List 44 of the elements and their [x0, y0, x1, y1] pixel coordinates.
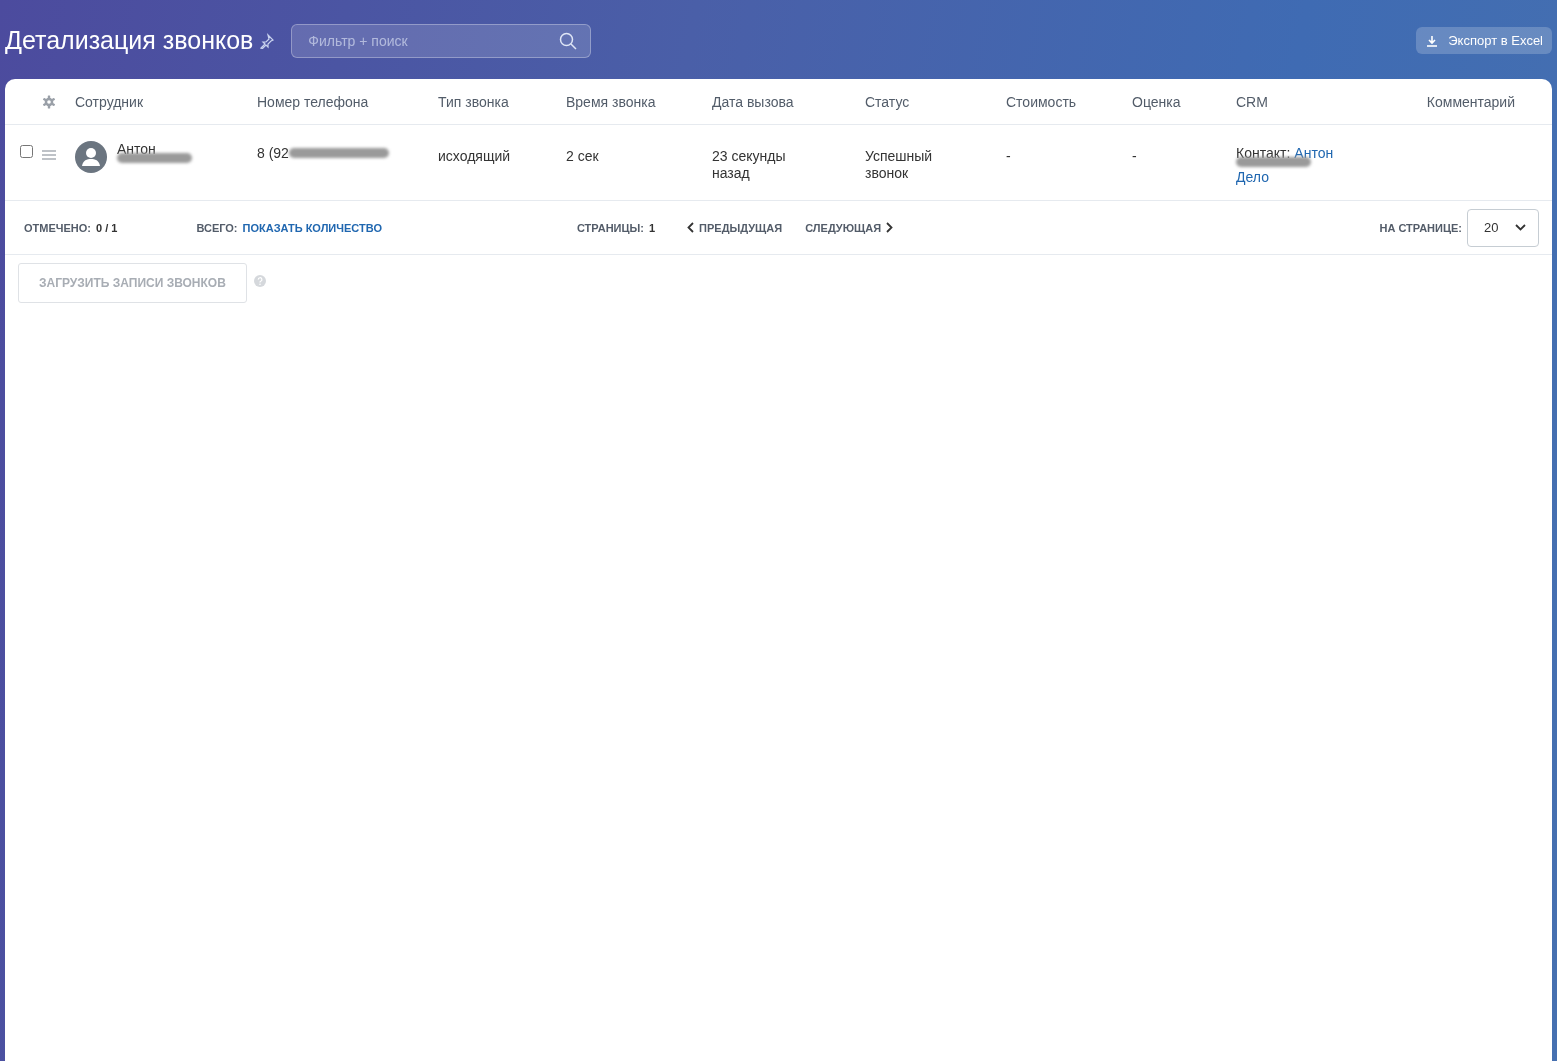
table-cell-text: 23 секунды назад — [712, 148, 787, 182]
pages-label: СТРАНИЦЫ: — [576, 221, 644, 234]
column-header[interactable]: CRM — [1236, 93, 1268, 110]
download-icon — [1426, 34, 1439, 47]
per-page-label: НА СТРАНИЦЕ: — [1379, 221, 1462, 234]
drag-handle-icon — [42, 150, 56, 160]
column-header[interactable]: Статус — [865, 93, 910, 110]
table-cell: 2 сек — [566, 148, 599, 165]
search-icon — [559, 31, 578, 50]
row-checkbox[interactable] — [20, 145, 33, 158]
column-header[interactable]: Дата вызова — [712, 93, 794, 110]
chevron-left-icon — [687, 222, 695, 233]
total-label: ВСЕГО: — [196, 221, 238, 234]
help-icon — [253, 275, 266, 287]
column-header[interactable]: Номер телефона — [257, 93, 369, 110]
selected-count-label: ОТМЕЧЕНО: — [24, 221, 91, 234]
column-header[interactable]: Стоимость — [1006, 93, 1077, 110]
avatar-icon — [75, 141, 107, 173]
table-cell: исходящий — [438, 148, 511, 165]
column-header[interactable]: Оценка — [1132, 93, 1181, 110]
chevron-right-icon — [886, 222, 894, 233]
contact-label: Контакт: — [1236, 145, 1291, 162]
deal-link[interactable]: Дело — [1236, 169, 1334, 186]
settings-icon — [42, 94, 56, 109]
column-header[interactable]: Комментарий — [1426, 93, 1515, 110]
column-header[interactable]: Сотрудник — [75, 93, 143, 110]
pin-icon — [259, 32, 276, 49]
column-header[interactable]: Тип звонка — [438, 93, 509, 110]
employee-name: Антон — [117, 141, 157, 158]
chevron-down-icon — [1515, 224, 1526, 231]
next-page-link[interactable]: СЛЕДУЮЩАЯ — [805, 221, 894, 234]
page-title: Детализация звонков — [5, 26, 254, 55]
table-cell: - — [1132, 148, 1137, 165]
table-cell: - — [1006, 148, 1011, 165]
previous-page-link[interactable]: ПРЕДЫДУЩАЯ — [687, 221, 783, 234]
column-header[interactable]: Время звонка — [566, 93, 656, 110]
show-count-link[interactable]: ПОКАЗАТЬ КОЛИЧЕСТВО — [242, 221, 382, 234]
export-button[interactable]: Экспорт в Excel — [1416, 27, 1552, 54]
phone-number: 8 (92 — [257, 145, 289, 162]
page-number: 1 — [648, 221, 656, 234]
selected-count: 0 / 1 — [96, 221, 118, 234]
contact-link[interactable]: Антон — [1294, 145, 1334, 162]
table-cell-text: Успешный звонок — [865, 148, 934, 182]
per-page-select[interactable]: 20 — [1467, 208, 1539, 247]
